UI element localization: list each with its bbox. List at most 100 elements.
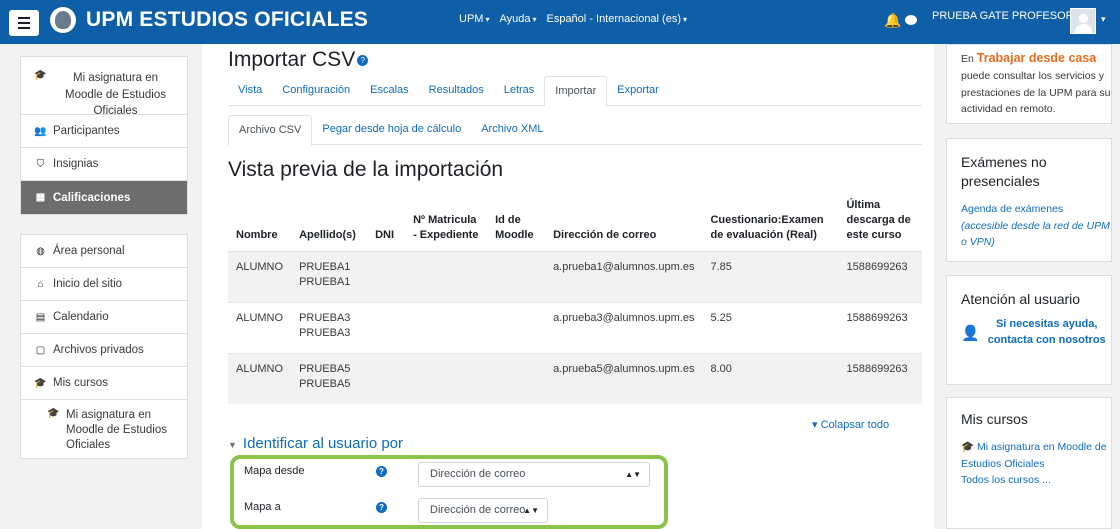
table-cell: PRUEBA5 PRUEBA5: [291, 352, 368, 404]
graduation-cap-icon: 🎓: [961, 440, 975, 453]
table-cell: [487, 250, 546, 302]
shield-icon: ⛉: [36, 158, 45, 170]
menu-upm[interactable]: UPM ▾: [459, 13, 489, 25]
grade-tabs: Vista Configuración Escalas Resultados L…: [228, 76, 922, 107]
col-id-moodle: Id de Moodle: [487, 195, 546, 252]
page-title: Importar CSV?: [228, 48, 369, 72]
tab-resultados[interactable]: Resultados: [419, 76, 494, 106]
exam-schedule-note: (accesible desde la red de UPM o VPN): [961, 219, 1110, 249]
tab-importar[interactable]: Importar: [544, 76, 608, 107]
table-cell: 1588699263: [838, 301, 922, 353]
support-link[interactable]: 👤 Si necesitas ayuda, contacta con nosot…: [961, 317, 1111, 349]
table-header-row: Nombre Apellido(s) DNI Nº Matricula - Ex…: [228, 195, 922, 252]
site-nav-block: ◍ Área personal ⌂ Inicio del sitio ▤ Calend…: [20, 234, 188, 459]
table-cell: PRUEBA3 PRUEBA3: [291, 301, 368, 353]
table-cell: ALUMNO: [228, 250, 292, 302]
table-cell: a.prueba5@alumnos.upm.es: [545, 352, 703, 404]
table-cell: [405, 352, 488, 404]
select-arrows-icon: ▲▼: [625, 470, 641, 479]
notifications-bell-icon[interactable]: 🔔: [884, 12, 901, 29]
my-courses-block: Mis cursos 🎓 Mi asignatura en Moodle de …: [946, 397, 1112, 529]
graduation-cap-icon: 🎓: [47, 408, 60, 419]
site-brand[interactable]: UPM ESTUDIOS OFICIALES: [86, 8, 368, 32]
drawer-private-files[interactable]: ▢ Archivos privados: [21, 334, 187, 367]
dashboard-icon: ◍: [36, 245, 45, 257]
col-apellidos: Apellido(s): [291, 195, 368, 252]
tab-letras[interactable]: Letras: [494, 76, 545, 106]
user-support-block: Atención al usuario 👤 Si necesitas ayuda…: [946, 275, 1112, 385]
tab-escalas[interactable]: Escalas: [360, 76, 419, 106]
table-row: ALUMNO PRUEBA5 PRUEBA5 a.prueba5@alumnos…: [228, 352, 922, 404]
tab-pegar-hoja[interactable]: Pegar desde hoja de cálculo: [312, 115, 471, 145]
table-icon: ▦: [35, 192, 46, 203]
map-from-help-icon[interactable]: ?: [376, 466, 387, 477]
all-courses-link[interactable]: Todos los cursos ...: [961, 472, 1111, 489]
table-cell: ALUMNO: [228, 352, 292, 404]
menu-ayuda[interactable]: Ayuda ▾: [499, 13, 536, 25]
col-cuestionario: Cuestionario:Examen de evaluación (Real): [702, 195, 839, 252]
map-to-select[interactable]: Dirección de correo ▲▼: [418, 498, 548, 523]
col-matricula: Nº Matricula - Expediente: [405, 195, 488, 252]
messages-chat-icon[interactable]: [905, 15, 917, 25]
home-icon: ⌂: [37, 278, 44, 290]
tab-exportar[interactable]: Exportar: [607, 76, 669, 106]
table-cell: PRUEBA1 PRUEBA1: [291, 250, 368, 302]
user-name[interactable]: PRUEBA GATE PROFESOR: [932, 10, 1074, 22]
drawer-site-home[interactable]: ⌂ Inicio del sitio: [21, 268, 187, 301]
exams-block-title: Exámenes no presenciales: [961, 154, 1047, 189]
menu-language[interactable]: Español - Internacional (es) ▾: [546, 13, 687, 25]
table-cell: 1588699263: [838, 250, 922, 302]
drawer-dashboard[interactable]: ◍ Área personal: [21, 235, 187, 268]
exam-schedule-link[interactable]: Agenda de exámenes: [961, 201, 1111, 218]
table-cell: a.prueba3@alumnos.upm.es: [545, 301, 703, 353]
drawer-grades[interactable]: ▦ Calificaciones: [21, 181, 187, 214]
table-cell: ALUMNO: [228, 301, 292, 353]
map-from-select[interactable]: Dirección de correo ▲▼: [418, 462, 650, 487]
chevron-down-icon: ▼: [228, 440, 237, 450]
map-to-label: Mapa a: [244, 501, 281, 513]
table-cell: [367, 250, 406, 302]
my-courses-title: Mis cursos: [961, 411, 1028, 427]
map-to-help-icon[interactable]: ?: [376, 502, 387, 513]
table-cell: [487, 352, 546, 404]
select-arrows-icon: ▲▼: [523, 506, 539, 515]
table-cell: 1588699263: [838, 352, 922, 404]
tab-archivo-csv[interactable]: Archivo CSV: [228, 115, 313, 146]
table-row: ALUMNO PRUEBA1 PRUEBA1 a.prueba1@alumnos…: [228, 250, 922, 302]
help-icon[interactable]: ?: [357, 54, 369, 66]
table-cell: [367, 352, 406, 404]
tab-archivo-xml[interactable]: Archivo XML: [471, 115, 553, 145]
drawer-course-item[interactable]: 🎓 Mi asignatura en Moodle de Estudios Of…: [21, 400, 187, 458]
preview-heading: Vista previa de la importación: [228, 158, 504, 181]
table-cell: 7.85: [702, 250, 839, 302]
course-nav-block: 🎓 Mi asignatura en Moodle de Estudios Of…: [20, 56, 188, 215]
table-cell: 5.25: [702, 301, 839, 353]
map-from-label: Mapa desde: [244, 465, 305, 477]
col-correo: Dirección de correo: [545, 195, 703, 252]
drawer-course-link[interactable]: 🎓 Mi asignatura en Moodle de Estudios Of…: [21, 57, 187, 117]
table-cell: [405, 301, 488, 353]
user-avatar[interactable]: [1070, 8, 1096, 34]
drawer-calendar[interactable]: ▤ Calendario: [21, 301, 187, 334]
tab-configuracion[interactable]: Configuración: [272, 76, 360, 106]
support-block-title: Atención al usuario: [961, 291, 1081, 307]
users-icon: 👥: [34, 125, 47, 137]
identify-user-section-toggle[interactable]: ▼ Identificar al usuario por: [228, 435, 403, 452]
tab-vista[interactable]: Vista: [228, 76, 272, 106]
my-course-link[interactable]: 🎓 Mi asignatura en Moodle de Estudios Of…: [961, 439, 1111, 473]
calendar-icon: ▤: [35, 311, 46, 323]
graduation-cap-icon: 🎓: [34, 377, 47, 389]
user-menu-chevron-down-icon[interactable]: ▾: [1101, 14, 1106, 25]
user-icon: 👤: [961, 324, 980, 342]
drawer-my-courses[interactable]: 🎓 Mis cursos: [21, 367, 187, 400]
table-row: ALUMNO PRUEBA3 PRUEBA3 a.prueba3@alumnos…: [228, 301, 922, 353]
collapse-all-link[interactable]: ▾ Colapsar todo: [812, 418, 889, 431]
import-preview-table: Nombre Apellido(s) DNI Nº Matricula - Ex…: [228, 195, 922, 404]
drawer-badges[interactable]: ⛉ Insignias: [21, 148, 187, 181]
table-cell: [405, 250, 488, 302]
col-dni: DNI: [367, 195, 406, 252]
upm-logo[interactable]: [50, 7, 76, 33]
menu-toggle-button[interactable]: [9, 10, 39, 36]
custom-menu: UPM ▾ Ayuda ▾ Español - Internacional (es)…: [459, 13, 687, 25]
remote-work-link[interactable]: Trabajar desde casa: [977, 51, 1097, 65]
